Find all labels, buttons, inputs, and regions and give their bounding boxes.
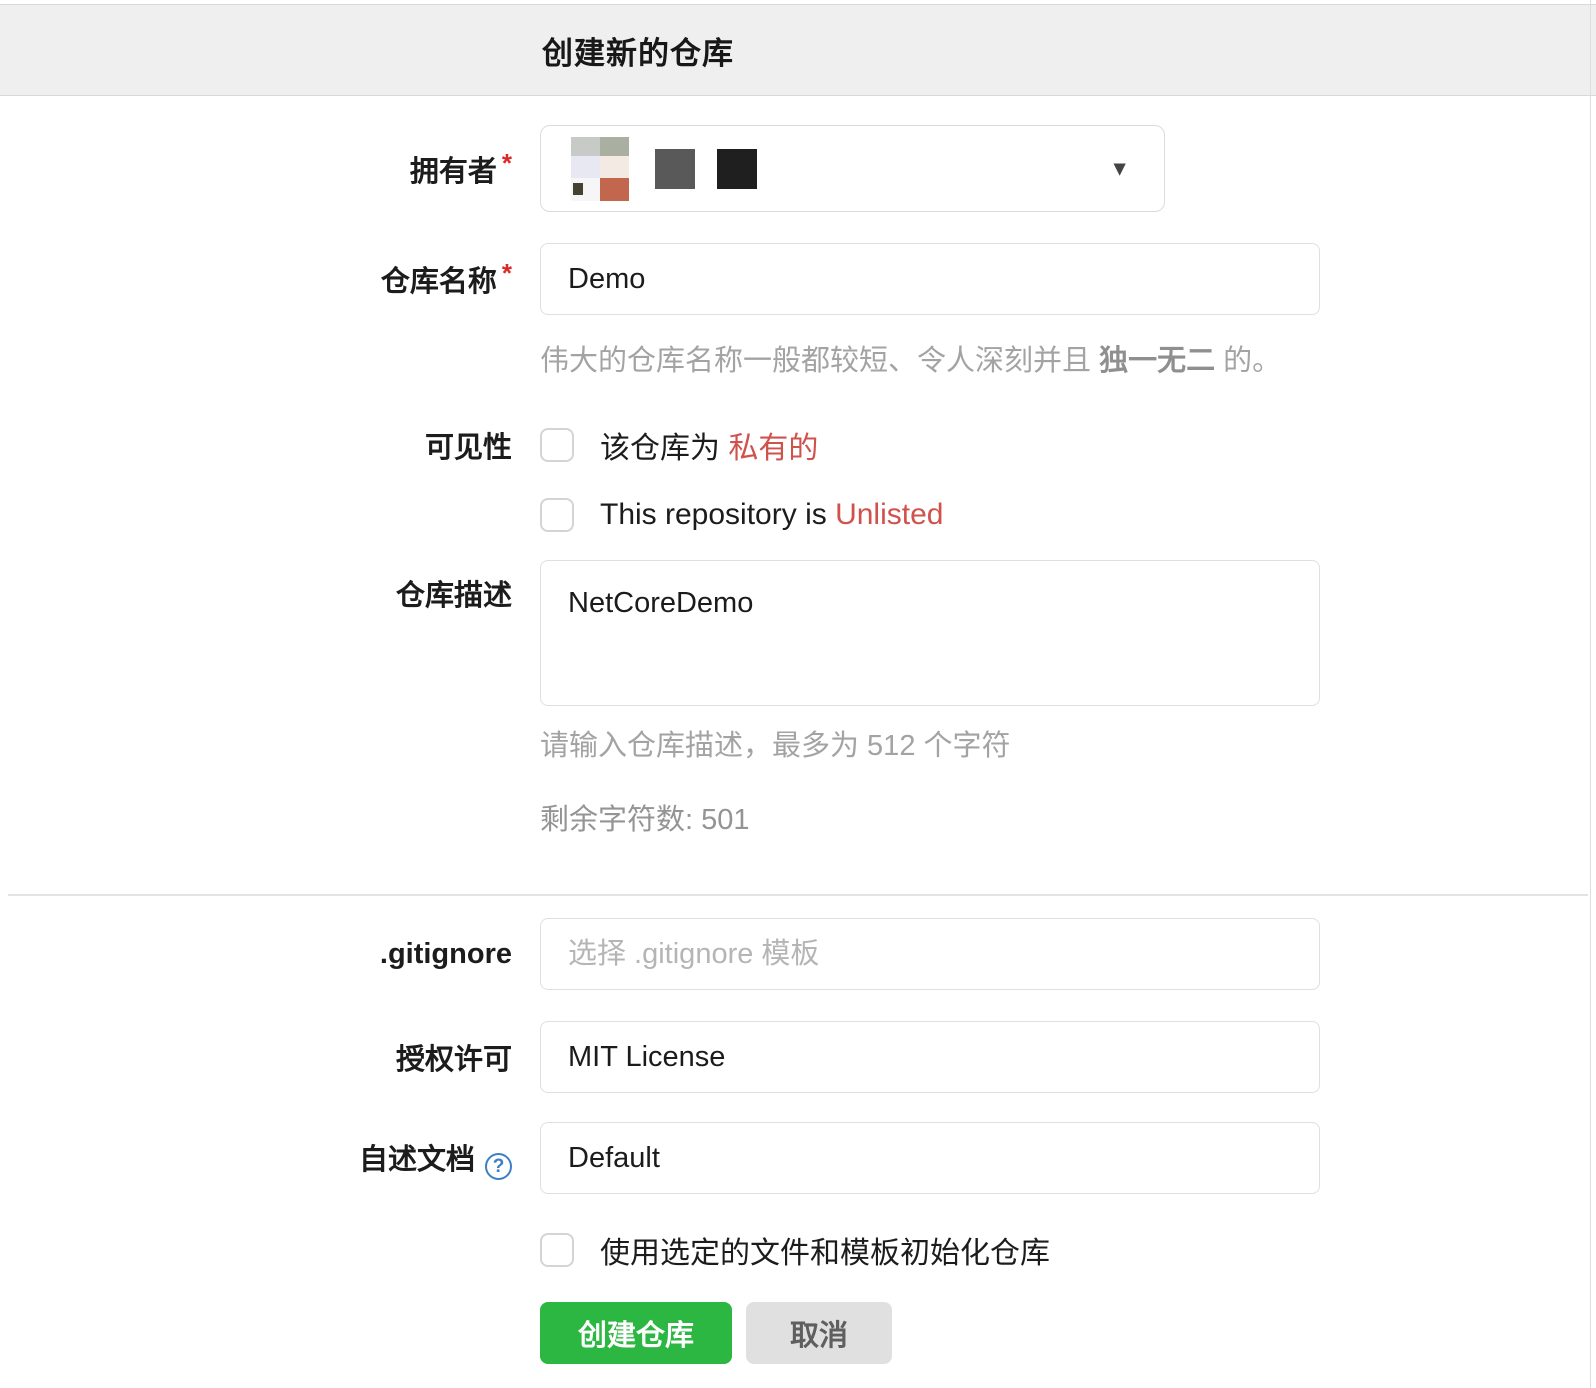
- repo-name-label: 仓库名称 *: [380, 258, 512, 298]
- gitignore-label: .gitignore: [379, 937, 512, 970]
- window-right-border: [1590, 0, 1591, 1388]
- visibility-label: 可见性: [424, 432, 512, 464]
- repo-name-help: 伟大的仓库名称一般都较短、令人深刻并且 独一无二 的。: [540, 345, 1282, 377]
- license-select[interactable]: [540, 1021, 1320, 1093]
- readme-label: 自述文档?: [0, 1136, 540, 1181]
- unlisted-checkbox-label: This repository is Unlisted: [600, 498, 944, 531]
- init-repo-checkbox-label: 使用选定的文件和模板初始化仓库: [600, 1237, 1050, 1270]
- license-label: 授权许可: [395, 1044, 512, 1076]
- repo-name-input[interactable]: [540, 243, 1320, 315]
- private-check-line: 该仓库为 私有的: [540, 423, 818, 467]
- chevron-down-icon: ▼: [1109, 157, 1130, 180]
- private-checkbox-label: 该仓库为 私有的: [600, 432, 819, 465]
- avatar-pixel: [600, 155, 629, 178]
- avatar-pixel: [600, 177, 629, 201]
- gitignore-row: .gitignore: [0, 918, 1596, 990]
- redacted-username-block: [655, 148, 695, 189]
- avatar-pixel: [571, 136, 600, 156]
- form-actions: 创建仓库 取消: [540, 1302, 1596, 1364]
- owner-row: 拥有者 * ▼: [0, 125, 1596, 212]
- init-check-line: 使用选定的文件和模板初始化仓库: [540, 1228, 1596, 1272]
- page-title: 创建新的仓库: [542, 35, 734, 71]
- unlisted-check-line: This repository is Unlisted: [540, 498, 1596, 532]
- section-divider: [8, 894, 1588, 896]
- required-asterisk: *: [501, 147, 512, 178]
- readme-row: 自述文档?: [0, 1122, 1596, 1194]
- unlisted-checkbox[interactable]: [540, 498, 574, 532]
- description-row: 仓库描述 NetCoreDemo: [0, 560, 1596, 706]
- owner-dropdown[interactable]: ▼: [540, 125, 1165, 212]
- help-question-icon[interactable]: ?: [485, 1153, 512, 1181]
- avatar-pixel: [600, 136, 629, 156]
- owner-avatar: [571, 136, 629, 201]
- cancel-button[interactable]: 取消: [746, 1302, 893, 1364]
- init-repo-checkbox[interactable]: [540, 1233, 574, 1267]
- description-help: 请输入仓库描述，最多为 512 个字符: [540, 730, 1011, 762]
- avatar-pixel: [571, 155, 600, 178]
- gitignore-select[interactable]: [540, 918, 1320, 990]
- visibility-row: 可见性 该仓库为 私有的: [0, 423, 1596, 467]
- description-textarea[interactable]: NetCoreDemo: [540, 560, 1320, 706]
- redacted-username-block: [717, 148, 757, 189]
- create-repo-form: 拥有者* ▼ 仓库名称* 伟大的仓库名称一般都较短、令人深刻并且 独一无二 的。: [0, 125, 1596, 1364]
- readme-select[interactable]: [540, 1122, 1320, 1194]
- license-row: 授权许可: [0, 1021, 1596, 1093]
- owner-label: 拥有者 *: [409, 147, 512, 188]
- page-header: 创建新的仓库: [0, 4, 1596, 96]
- repo-name-row: 仓库名称 *: [0, 243, 1596, 315]
- create-repo-page: 创建新的仓库 拥有者 * ▼ 仓库名称 * Demo 伟大的仓库名称一般都较短、…: [0, 0, 1596, 1388]
- required-asterisk: *: [501, 258, 512, 288]
- create-repo-button[interactable]: 创建仓库: [540, 1302, 733, 1364]
- description-label: 仓库描述: [395, 580, 512, 612]
- avatar-pixel: [573, 182, 583, 195]
- remaining-chars-counter: 剩余字符数: 501: [540, 804, 750, 836]
- private-checkbox[interactable]: [540, 428, 574, 462]
